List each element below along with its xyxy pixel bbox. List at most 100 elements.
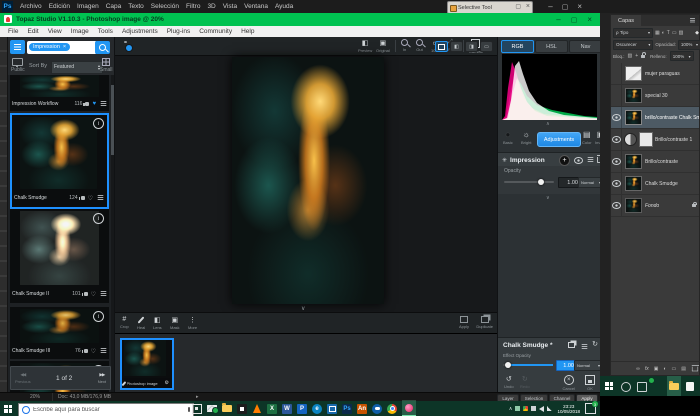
impression-add-button[interactable]: +	[559, 155, 570, 166]
tray-icon-2[interactable]	[523, 406, 528, 411]
menu-edicion[interactable]: Edición	[49, 3, 70, 10]
color-tool-button[interactable]: ▤Color	[582, 130, 592, 145]
filter-group-icon[interactable]: ▭	[672, 30, 677, 36]
topaz-menu-view[interactable]: View	[48, 28, 62, 35]
network-icon[interactable]	[547, 406, 552, 411]
menu-archivo[interactable]: Archivo	[20, 3, 42, 10]
effect-slider-knob[interactable]	[505, 362, 511, 368]
filter-kind-dropdown[interactable]: ρ Tipo▾	[613, 28, 653, 38]
preset-item-impression-workflow[interactable]: Impression Workflow 116 ♥	[10, 75, 109, 111]
filmstrip-settings-icon[interactable]: ⚙	[165, 380, 169, 386]
topaz-menu-plugins[interactable]: Plug-ins	[167, 28, 190, 35]
lens-tool-button[interactable]: ◧Lens	[153, 316, 162, 330]
heart-icon[interactable]: ♥	[92, 101, 96, 107]
lock-transparency-icon[interactable]: ▨	[628, 53, 633, 59]
bright-tool-button[interactable]: ☼Bright	[521, 130, 531, 145]
cortana-button-2[interactable]	[621, 382, 631, 392]
preset-menu-icon[interactable]	[98, 195, 104, 196]
taskview-button[interactable]	[192, 404, 202, 414]
info-icon[interactable]: i	[93, 118, 104, 129]
preset-menu-icon[interactable]	[101, 291, 107, 292]
onedrive-button[interactable]	[372, 404, 382, 414]
selective-tool-restore-icon[interactable]: ▢	[515, 3, 521, 10]
topaz-menu-edit[interactable]: Edit	[27, 28, 38, 35]
animate-button[interactable]: An	[357, 404, 367, 414]
menu-capa[interactable]: Capa	[106, 3, 122, 10]
layer-row-fondo[interactable]: Fondo	[611, 195, 699, 217]
action-center-button[interactable]: 3	[585, 403, 596, 414]
impression-collapse-icon[interactable]: ∨	[546, 195, 550, 201]
impression-header[interactable]: ✳ Impression +	[498, 152, 609, 167]
layers-tab[interactable]: Capas	[611, 15, 641, 26]
new-group-icon[interactable]: ▭	[672, 366, 677, 372]
canvas-image[interactable]	[232, 57, 384, 304]
preset-menu-button[interactable]	[10, 40, 25, 54]
visibility-toggle[interactable]	[611, 129, 622, 150]
visibility-toggle[interactable]	[611, 151, 622, 172]
cancel-button[interactable]: ×Cancel	[563, 375, 575, 391]
chrome-button[interactable]	[387, 404, 397, 414]
taskview-button-2[interactable]	[637, 382, 647, 392]
topaz-menu-tools[interactable]: Tools	[98, 28, 113, 35]
document-app-button-2[interactable]	[686, 382, 694, 391]
link-layers-icon[interactable]: ∞	[636, 366, 640, 372]
add-mask-icon[interactable]: ▣	[654, 366, 659, 372]
layer-name[interactable]: mujer paraguas	[645, 71, 699, 77]
blend-mode-dropdown[interactable]: Oscurecer▾	[613, 40, 653, 50]
opacity-slider[interactable]	[504, 181, 554, 183]
menu-filtro[interactable]: Filtro	[186, 3, 200, 10]
undo-button[interactable]: ↺Undo	[504, 375, 514, 389]
visibility-toggle-off[interactable]	[611, 85, 622, 106]
layer-row-chalk-smudge[interactable]: Chalk Smudge	[611, 173, 699, 195]
effect-copy-icon[interactable]	[568, 342, 575, 348]
pagination-previous-button[interactable]: ◀◀ Previous	[15, 372, 31, 384]
topaz-menu-help[interactable]: Help	[241, 28, 254, 35]
thumbs-up-icon[interactable]	[81, 196, 85, 200]
search-tag[interactable]: Impression ×	[29, 43, 70, 51]
histogram-collapse-icon[interactable]: ∧	[546, 121, 550, 127]
search-tag-remove-icon[interactable]: ×	[63, 44, 66, 50]
edge-button[interactable]: e	[312, 404, 322, 414]
store-app-button[interactable]	[237, 404, 247, 414]
ps-close-button[interactable]: ×	[577, 2, 582, 11]
more-tools-button[interactable]: ⋮More	[188, 316, 197, 330]
menu-3d[interactable]: 3D	[207, 3, 215, 10]
visibility-toggle[interactable]	[611, 173, 622, 194]
menu-ventana[interactable]: Ventana	[244, 3, 268, 10]
thumbnail-size-toggle[interactable]: Small	[100, 58, 113, 73]
search-button[interactable]	[95, 41, 110, 54]
layer-fill-dropdown[interactable]: 100%▾	[670, 51, 694, 61]
effect-blend-dropdown[interactable]: Normal▾	[574, 360, 603, 371]
visibility-toggle[interactable]	[611, 107, 622, 128]
impression-menu-icon[interactable]	[588, 157, 594, 158]
crop-tool-button[interactable]: #Crop	[120, 316, 129, 329]
visibility-toggle-off[interactable]	[611, 63, 622, 84]
tray-icon-1[interactable]	[515, 406, 520, 411]
photoshop-taskbar-button[interactable]: Ps	[342, 404, 352, 414]
view-dual-button[interactable]: ▭	[480, 41, 493, 52]
lock-all-icon[interactable]	[641, 55, 645, 58]
panel-menu-icon[interactable]	[690, 18, 695, 19]
topaz-menu-file[interactable]: File	[8, 28, 18, 35]
effect-opacity-slider[interactable]	[503, 364, 553, 366]
tab-nav[interactable]: Nav	[569, 40, 602, 53]
layer-row-special-30[interactable]: special 30	[611, 85, 699, 107]
heart-outline-icon[interactable]: ♡	[91, 348, 96, 355]
topaz-titlebar[interactable]: Topaz Studio V1.10.3 - Photoshop image @…	[0, 13, 600, 26]
tab-rgb[interactable]: RGB	[501, 40, 534, 53]
layer-row-mujer-paraguas[interactable]: mujer paraguas	[611, 63, 699, 85]
original-button[interactable]: ▣Original	[376, 39, 390, 53]
preset-item-chalk-smudge[interactable]: i Chalk Smudge 124 ♡	[10, 113, 109, 209]
filter-adjustment-icon[interactable]: ◐	[662, 30, 665, 36]
layer-name[interactable]: brillo/contraste Chalk Smudge II	[645, 115, 699, 121]
microphone-icon[interactable]	[188, 407, 191, 412]
menu-vista[interactable]: Vista	[223, 3, 237, 10]
selective-tool-close-icon[interactable]: ×	[526, 3, 530, 10]
layer-opacity-dropdown[interactable]: 100%▾	[678, 40, 700, 50]
status-arrow-icon[interactable]: ▸	[196, 394, 199, 400]
tray-icon-3[interactable]	[531, 406, 536, 411]
heal-tool-button[interactable]: Heal	[137, 316, 145, 330]
heart-outline-icon[interactable]: ♡	[88, 195, 93, 202]
preset-menu-icon[interactable]	[101, 348, 107, 349]
preset-scrollbar[interactable]	[111, 75, 114, 392]
